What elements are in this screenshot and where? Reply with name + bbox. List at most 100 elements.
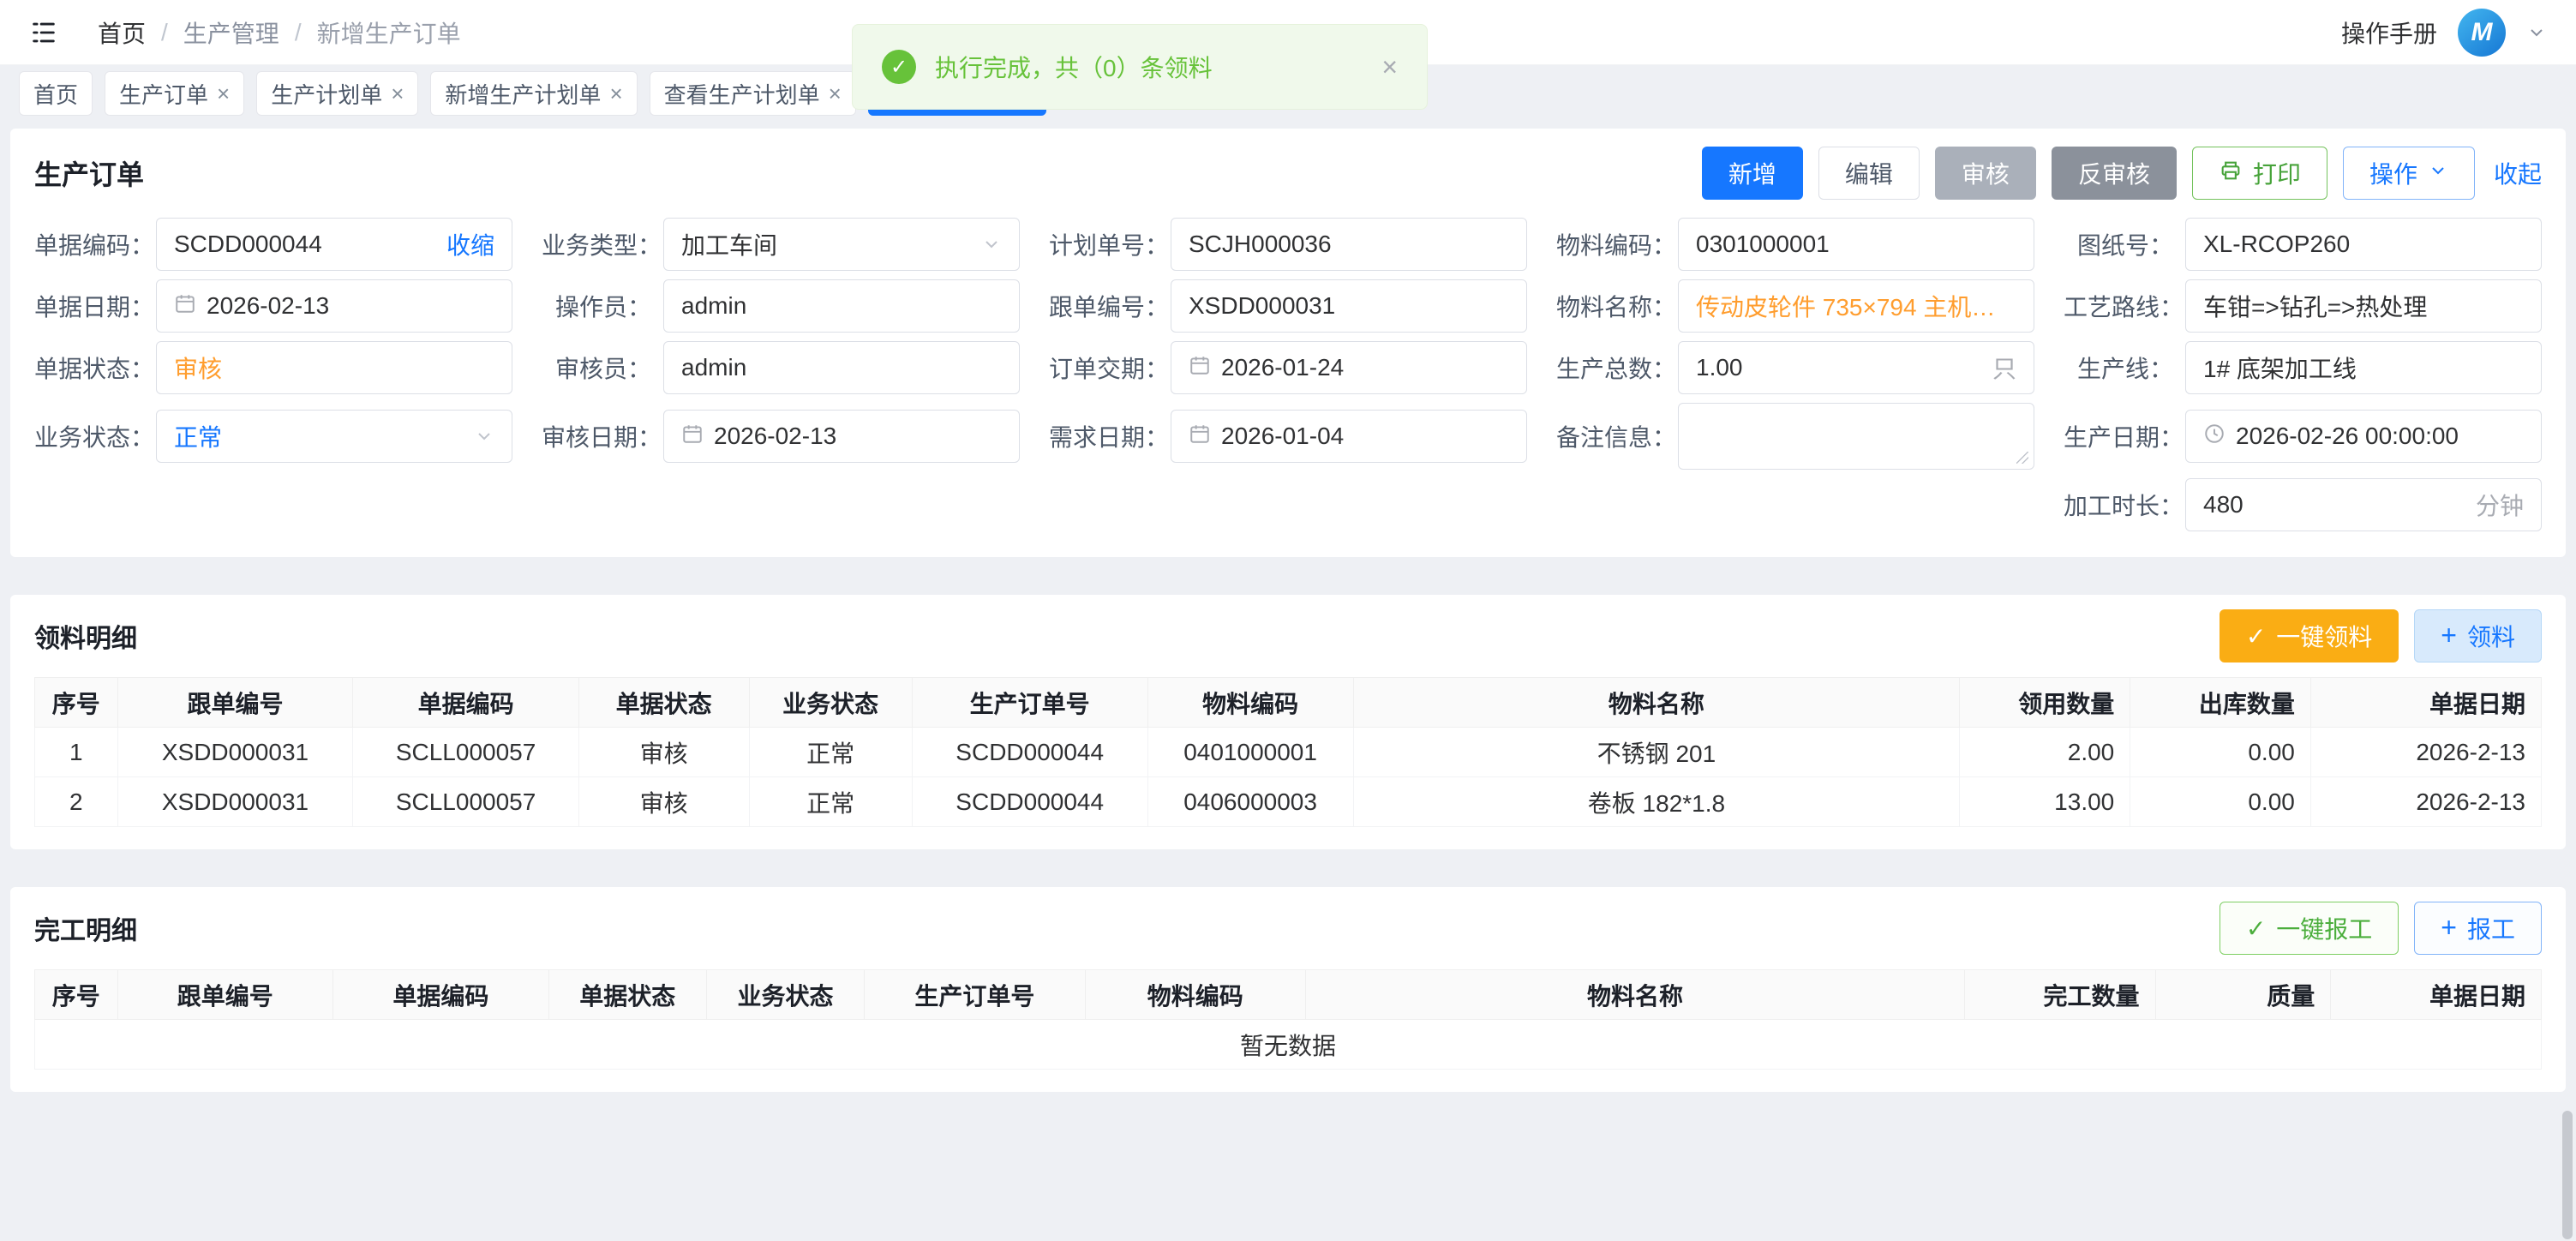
table-header-row: 序号 跟单编号 单据编码 单据状态 业务状态 生产订单号 物料编码 物料名称 完…: [35, 970, 2542, 1020]
close-icon[interactable]: [217, 82, 230, 105]
auditor-input[interactable]: admin: [663, 341, 1020, 394]
cell-doc-date: 2026-2-13: [2310, 728, 2541, 777]
demand-date-value: 2026-01-04: [1221, 423, 1344, 450]
tab-production-order-list[interactable]: 生产订单: [105, 71, 244, 116]
one-click-report-button[interactable]: 一键报工: [2220, 902, 2399, 955]
picking-detail-card: 领料明细 一键领料 领料 序号 跟单编号: [10, 595, 2566, 849]
audit-button[interactable]: 审核: [1935, 147, 2036, 200]
print-button[interactable]: 打印: [2192, 147, 2327, 200]
remark-textarea[interactable]: [1678, 403, 2034, 470]
add-pick-button[interactable]: 领料: [2414, 609, 2542, 662]
table-row[interactable]: 2 XSDD000031 SCLL000057 审核 正常 SCDD000044…: [35, 777, 2542, 827]
prod-date-value: 2026-02-26 00:00:00: [2236, 423, 2459, 450]
tab-production-plan-list[interactable]: 生产计划单: [256, 71, 418, 116]
total-qty-input[interactable]: 1.00 只: [1678, 341, 2034, 394]
cell-doc-status: 审核: [578, 728, 749, 777]
material-name-input[interactable]: 传动皮轮件 735×794 主机孔54: [1678, 279, 2034, 333]
auditor-value: admin: [681, 354, 746, 381]
column-header: 跟单编号: [117, 970, 333, 1020]
field-label: 单据状态：: [34, 351, 156, 385]
tab-label: 查看生产计划单: [664, 78, 820, 110]
prod-line-input[interactable]: 1# 底架加工线: [2185, 341, 2542, 394]
cell-biz-status: 正常: [749, 777, 912, 827]
total-qty-value: 1.00: [1696, 354, 1743, 381]
doc-status-input[interactable]: 审核: [156, 341, 512, 394]
close-icon[interactable]: [391, 82, 404, 105]
edit-button[interactable]: 编辑: [1818, 147, 1920, 200]
operate-dropdown-button[interactable]: 操作: [2343, 147, 2475, 200]
column-header: 生产订单号: [865, 970, 1085, 1020]
prod-line-value: 1# 底架加工线: [2203, 351, 2357, 385]
follow-no-input[interactable]: XSDD000031: [1171, 279, 1527, 333]
drawing-no-input[interactable]: XL-RCOP260: [2185, 218, 2542, 271]
doc-code-input[interactable]: SCDD000044 收缩: [156, 218, 512, 271]
resize-handle[interactable]: [2016, 452, 2028, 464]
field-label: 计划单号：: [1049, 227, 1171, 261]
field-label: 操作员：: [542, 289, 663, 323]
cell-pick-qty: 13.00: [1960, 777, 2130, 827]
tab-new-production-plan[interactable]: 新增生产计划单: [430, 71, 637, 116]
breadcrumb-home[interactable]: 首页: [98, 15, 146, 50]
plan-no-value: SCJH000036: [1189, 231, 1332, 258]
breadcrumb-production-management[interactable]: 生产管理: [183, 15, 279, 50]
cell-doc-status: 审核: [578, 777, 749, 827]
material-name-value: 传动皮轮件 735×794 主机孔54: [1696, 289, 2016, 323]
material-code-input[interactable]: 0301000001: [1678, 218, 2034, 271]
column-header: 物料编码: [1085, 970, 1305, 1020]
column-header: 领用数量: [1960, 678, 2130, 728]
close-icon[interactable]: [609, 82, 622, 105]
field-plan-no: 计划单号： SCJH000036: [1049, 218, 1527, 271]
tab-label: 生产订单: [119, 78, 208, 110]
column-header: 单据状态: [548, 970, 706, 1020]
field-label: 备注信息：: [1556, 419, 1678, 453]
avatar[interactable]: M: [2458, 9, 2506, 57]
field-prod-date: 生产日期： 2026-02-26 00:00:00: [2064, 403, 2542, 470]
order-due-value: 2026-01-24: [1221, 354, 1344, 381]
manual-link[interactable]: 操作手册: [2341, 15, 2437, 50]
table-row[interactable]: 1 XSDD000031 SCLL000057 审核 正常 SCDD000044…: [35, 728, 2542, 777]
column-header: 序号: [35, 970, 118, 1020]
chevron-down-icon[interactable]: [2526, 22, 2547, 43]
doc-date-picker[interactable]: 2026-02-13: [156, 279, 512, 333]
one-click-pick-button[interactable]: 一键领料: [2220, 609, 2399, 662]
process-route-input[interactable]: 车钳=>钻孔=>热处理: [2185, 279, 2542, 333]
field-biz-status: 业务状态： 正常: [34, 403, 512, 470]
add-button[interactable]: 新增: [1702, 147, 1803, 200]
duration-input[interactable]: 480 分钟: [2185, 478, 2542, 531]
prod-date-picker[interactable]: 2026-02-26 00:00:00: [2185, 410, 2542, 463]
plan-no-input[interactable]: SCJH000036: [1171, 218, 1527, 271]
button-label: 领料: [2467, 619, 2515, 653]
empty-row: 暂无数据: [35, 1020, 2542, 1070]
collapse-panel-link[interactable]: 收起: [2494, 156, 2542, 190]
column-header: 单据编码: [353, 678, 578, 728]
field-total-qty: 生产总数： 1.00 只: [1556, 341, 2034, 394]
add-report-button[interactable]: 报工: [2414, 902, 2542, 955]
operator-input[interactable]: admin: [663, 279, 1020, 333]
shrink-inline-link[interactable]: 收缩: [446, 227, 494, 261]
field-remark: 备注信息：: [1556, 403, 2034, 470]
cell-material-code: 0406000003: [1147, 777, 1353, 827]
calendar-icon: [174, 292, 196, 321]
unaudit-button[interactable]: 反审核: [2052, 147, 2177, 200]
menu-toggle-icon[interactable]: [29, 18, 58, 47]
cell-seq: 1: [35, 728, 118, 777]
scrollbar-thumb[interactable]: [2562, 1111, 2573, 1239]
cell-doc-code-link[interactable]: SCLL000057: [353, 728, 578, 777]
demand-date-picker[interactable]: 2026-01-04: [1171, 410, 1527, 463]
column-header: 出库数量: [2130, 678, 2311, 728]
biz-type-value: 加工车间: [681, 227, 777, 261]
biz-status-select[interactable]: 正常: [156, 410, 512, 463]
order-actions: 新增 编辑 审核 反审核 打印 操作 收起: [1702, 147, 2542, 200]
cell-doc-code-link[interactable]: SCLL000057: [353, 777, 578, 827]
tab-view-production-plan[interactable]: 查看生产计划单: [650, 71, 856, 116]
tab-home[interactable]: 首页: [19, 71, 93, 116]
order-due-picker[interactable]: 2026-01-24: [1171, 341, 1527, 394]
cell-doc-date: 2026-2-13: [2310, 777, 2541, 827]
check-icon: [2246, 622, 2266, 650]
biz-type-select[interactable]: 加工车间: [663, 218, 1020, 271]
close-icon[interactable]: [829, 82, 842, 105]
field-label: 物料编码：: [1556, 227, 1678, 261]
completion-actions: 一键报工 报工: [2220, 902, 2542, 955]
close-icon[interactable]: [1381, 51, 1398, 83]
audit-date-picker[interactable]: 2026-02-13: [663, 410, 1020, 463]
